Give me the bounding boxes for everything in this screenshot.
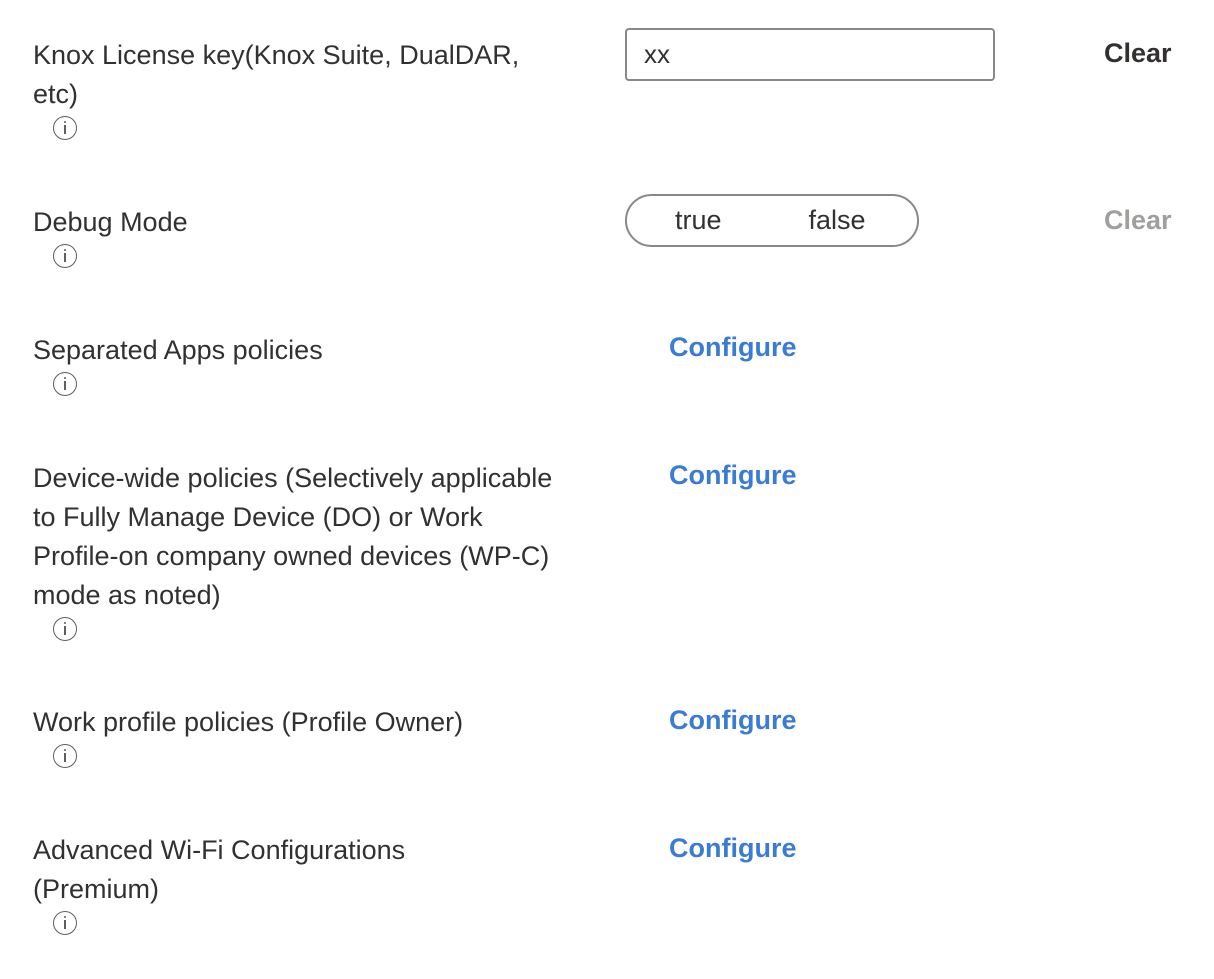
work-profile-configure-link[interactable]: Configure bbox=[669, 707, 797, 734]
debug-mode-clear-button[interactable]: Clear bbox=[1104, 207, 1172, 234]
device-wide-configure-link[interactable]: Configure bbox=[669, 462, 797, 489]
advanced-wifi-configure-link[interactable]: Configure bbox=[669, 835, 797, 862]
debug-mode-label: Debug Mode bbox=[33, 207, 188, 237]
debug-mode-toggle[interactable]: true false bbox=[625, 194, 919, 247]
advanced-wifi-label: Advanced Wi-Fi Configurations (Premium) bbox=[33, 835, 406, 904]
device-wide-label: Device-wide policies (Selectively applic… bbox=[33, 463, 553, 610]
setting-label-container: Work profile policies (Profile Owner) bbox=[33, 703, 553, 768]
knox-license-label: Knox License key(Knox Suite, DualDAR, et… bbox=[33, 40, 520, 109]
setting-label-container: Device-wide policies (Selectively applic… bbox=[33, 459, 553, 641]
debug-mode-option-false[interactable]: false bbox=[809, 207, 866, 234]
setting-label-container: Separated Apps policies bbox=[33, 331, 553, 396]
knox-license-clear-button[interactable]: Clear bbox=[1104, 40, 1172, 67]
debug-mode-option-true[interactable]: true bbox=[675, 207, 722, 234]
separated-apps-label: Separated Apps policies bbox=[33, 335, 323, 365]
knox-license-key-input[interactable] bbox=[625, 28, 995, 81]
info-icon[interactable] bbox=[53, 116, 77, 140]
info-icon[interactable] bbox=[53, 911, 77, 935]
setting-label-container: Debug Mode bbox=[33, 203, 553, 268]
info-icon[interactable] bbox=[53, 372, 77, 396]
info-icon[interactable] bbox=[53, 744, 77, 768]
separated-apps-configure-link[interactable]: Configure bbox=[669, 334, 797, 361]
setting-label-container: Advanced Wi-Fi Configurations (Premium) bbox=[33, 831, 473, 935]
info-icon[interactable] bbox=[53, 617, 77, 641]
setting-label-container: Knox License key(Knox Suite, DualDAR, et… bbox=[33, 36, 553, 140]
info-icon[interactable] bbox=[53, 244, 77, 268]
work-profile-label: Work profile policies (Profile Owner) bbox=[33, 707, 464, 737]
